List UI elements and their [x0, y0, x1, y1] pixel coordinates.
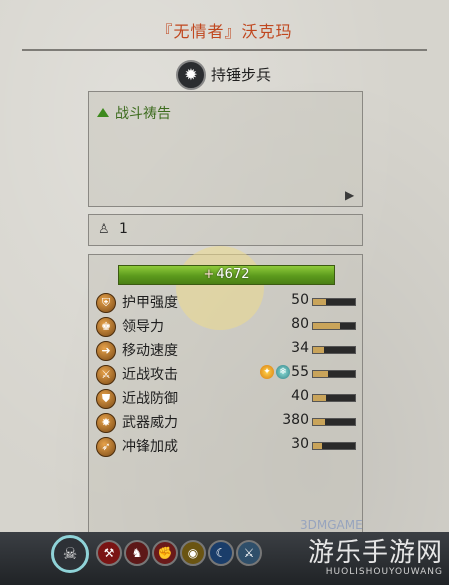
- ability-item[interactable]: 战斗祷告: [97, 103, 171, 123]
- trait-icon-4[interactable]: ◉: [180, 540, 206, 566]
- unit-title: 『无情者』沃克玛: [156, 22, 293, 41]
- unit-count: 1: [119, 221, 128, 237]
- stat-value: 55: [291, 364, 309, 380]
- stat-row: ⚔ 近战攻击 ✦ ❄ 55: [96, 363, 361, 385]
- weapon-strength-icon: ✸: [96, 413, 116, 433]
- unit-type: 持锤步兵: [211, 66, 272, 84]
- stat-value: 34: [291, 340, 309, 356]
- watermark-sub: HUOLISHOUYOUWANG: [325, 567, 443, 577]
- stat-bar: [312, 418, 356, 426]
- trait-icon-2[interactable]: ♞: [124, 540, 150, 566]
- divider: [22, 49, 427, 51]
- triangle-up-icon: [97, 108, 109, 117]
- stat-value: 80: [291, 316, 309, 332]
- stat-bar-fill: [313, 371, 328, 377]
- stat-bar-fill: [313, 395, 326, 401]
- health-value-text: +4672: [119, 267, 334, 282]
- stat-value: 40: [291, 388, 309, 404]
- stat-bar: [312, 298, 356, 306]
- melee-defence-icon: ⛊: [96, 389, 116, 409]
- stat-bar-fill: [313, 419, 325, 425]
- frost-buff-icon[interactable]: ❄: [276, 365, 290, 379]
- stat-bar-fill: [313, 299, 326, 305]
- stat-row: ➜ 移动速度 34: [96, 339, 361, 361]
- stat-bar-fill: [313, 347, 324, 353]
- armor-icon: ⛨: [96, 293, 116, 313]
- stat-label: 近战攻击: [122, 367, 178, 383]
- stat-bar: [312, 394, 356, 402]
- melee-attack-icon: ⚔: [96, 365, 116, 385]
- health-value: 4672: [216, 267, 250, 282]
- star-burst-icon: ✹: [176, 60, 206, 90]
- charge-bonus-icon: ➶: [96, 437, 116, 457]
- stat-bar: [312, 322, 356, 330]
- speed-icon: ➜: [96, 341, 116, 361]
- stat-label: 冲锋加成: [122, 439, 178, 455]
- expand-arrow-icon[interactable]: ▶: [345, 188, 354, 202]
- watermark-main: 游乐手游网: [307, 538, 443, 568]
- stat-bar: [312, 370, 356, 378]
- stat-row: ⛊ 近战防御 40: [96, 387, 361, 409]
- faction-emblem-icon[interactable]: ☠: [51, 535, 89, 573]
- stat-bar: [312, 346, 356, 354]
- stat-bar: [312, 442, 356, 450]
- stat-row: ✸ 武器威力 380: [96, 411, 361, 433]
- stat-value: 50: [291, 292, 309, 308]
- stat-row: ➶ 冲锋加成 30: [96, 435, 361, 457]
- stat-bar-fill: [313, 443, 323, 449]
- site-watermark: 游乐手游网 HUOLISHOUYOUWANG: [308, 532, 443, 577]
- stat-value: 380: [282, 412, 309, 428]
- stat-row: ♚ 领导力 80: [96, 315, 361, 337]
- stat-label: 护甲强度: [122, 295, 178, 311]
- leadership-icon: ♚: [96, 317, 116, 337]
- soldier-icon: ♙: [98, 222, 110, 237]
- ability-label: 战斗祷告: [115, 106, 171, 122]
- unit-count-panel: [88, 214, 363, 246]
- trait-icon-1[interactable]: ⚒: [96, 540, 122, 566]
- stat-bar-fill: [313, 323, 341, 329]
- trait-icon-6[interactable]: ⚔: [236, 540, 262, 566]
- stat-label: 领导力: [122, 319, 164, 335]
- fire-buff-icon[interactable]: ✦: [260, 365, 274, 379]
- trait-icon-3[interactable]: ✊: [152, 540, 178, 566]
- plus-icon: +: [203, 267, 215, 282]
- health-bar: +4672: [118, 265, 335, 285]
- stat-label: 武器威力: [122, 415, 178, 431]
- stat-label: 近战防御: [122, 391, 178, 407]
- stat-value: 30: [291, 436, 309, 452]
- game-watermark: 3DMGAME: [300, 518, 363, 532]
- trait-icon-5[interactable]: ☾: [208, 540, 234, 566]
- stat-row: ⛨ 护甲强度 50: [96, 291, 361, 313]
- stat-label: 移动速度: [122, 343, 178, 359]
